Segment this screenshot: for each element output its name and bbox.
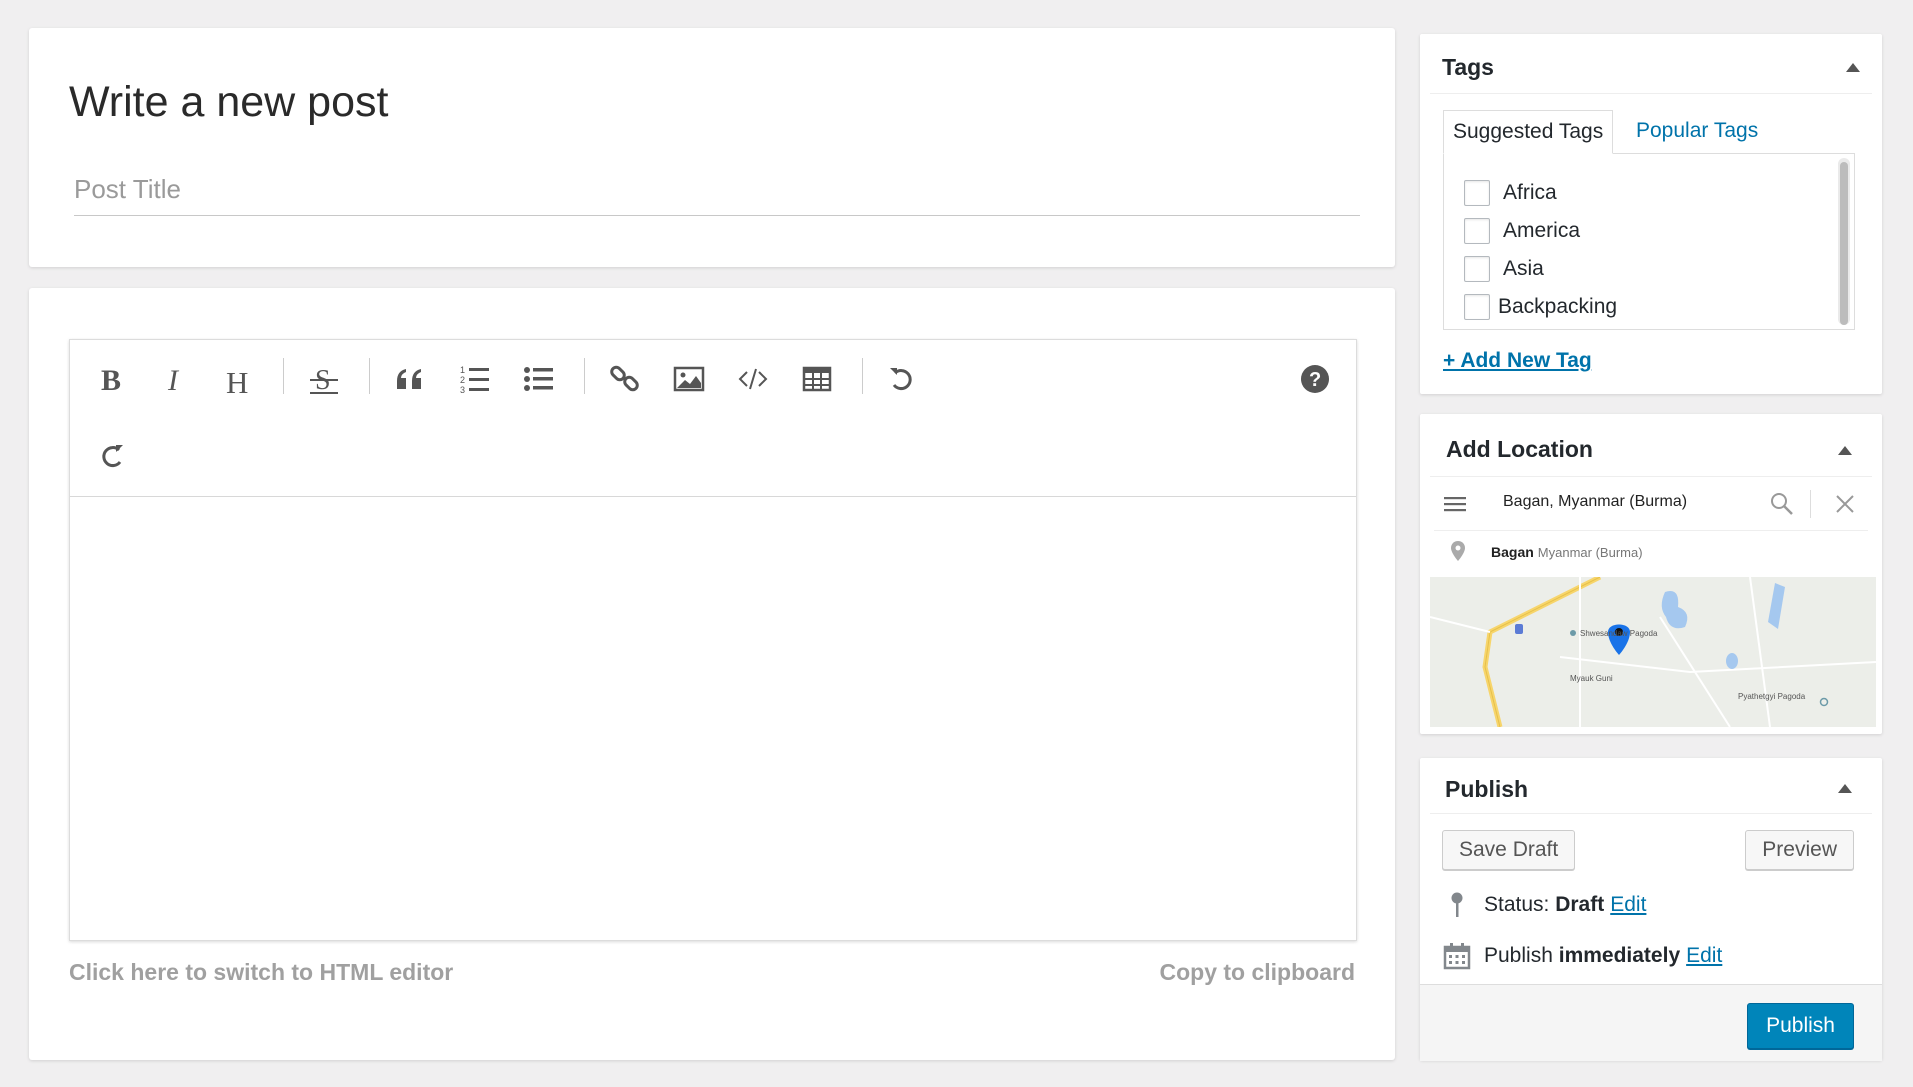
post-title-input[interactable] <box>74 163 1360 216</box>
page-title: Write a new post <box>69 78 389 126</box>
publish-box: Publish Save Draft Preview Status: Draft… <box>1420 758 1882 1061</box>
strikethrough-icon[interactable]: S <box>302 357 346 401</box>
italic-icon[interactable]: I <box>153 357 197 401</box>
map-label: Pyathetgyi Pagoda <box>1738 692 1806 701</box>
edit-status-link[interactable]: Edit <box>1610 893 1646 917</box>
table-icon[interactable] <box>795 357 839 401</box>
publish-time-row: Publish immediately Edit <box>1442 942 1722 970</box>
editor-toolbar: B I H S 123 ? <box>70 340 1356 497</box>
suggestion-region: Myanmar (Burma) <box>1537 544 1643 560</box>
quote-icon[interactable] <box>388 357 432 401</box>
map-label: Myauk Guni <box>1570 674 1613 683</box>
tag-label: Asia <box>1503 257 1544 280</box>
tag-item-africa[interactable]: Africa <box>1464 178 1557 208</box>
markdown-editor: B I H S 123 ? <box>69 339 1357 941</box>
location-search-input[interactable]: Bagan, Myanmar (Burma) <box>1503 493 1687 511</box>
menu-icon[interactable] <box>1444 494 1468 519</box>
toolbar-divider <box>283 358 284 394</box>
ordered-list-icon[interactable]: 123 <box>453 357 497 401</box>
publish-box-title: Publish <box>1445 776 1529 802</box>
unordered-list-icon[interactable] <box>517 357 561 401</box>
code-icon[interactable] <box>731 357 775 401</box>
tag-label: Africa <box>1503 181 1557 204</box>
search-icon[interactable] <box>1770 492 1794 521</box>
pin-icon <box>1442 892 1472 918</box>
status-row: Status: Draft Edit <box>1442 892 1646 918</box>
close-icon[interactable] <box>1834 493 1856 520</box>
tab-popular-tags[interactable]: Popular Tags <box>1627 110 1767 152</box>
divider <box>1430 476 1872 477</box>
divider <box>1430 813 1872 814</box>
location-map[interactable]: Shwesandaw Pagoda Myauk Guni Pyathetgyi … <box>1430 577 1876 727</box>
location-suggestion[interactable]: Bagan Myanmar (Burma) <box>1430 530 1876 574</box>
calendar-icon <box>1442 942 1472 970</box>
svg-text:H: H <box>226 365 248 397</box>
svg-text:2: 2 <box>460 375 465 385</box>
divider <box>1430 93 1872 94</box>
svg-text:I: I <box>167 364 180 395</box>
suggestion-name: Bagan <box>1491 544 1534 560</box>
post-title-card: Write a new post <box>29 28 1395 267</box>
tag-checklist: Africa America Asia Backpacking <box>1443 153 1855 330</box>
tag-label: America <box>1503 219 1581 242</box>
tag-checkbox[interactable] <box>1464 294 1490 320</box>
help-icon[interactable]: ? <box>1293 357 1337 401</box>
bold-icon[interactable]: B <box>89 357 133 401</box>
undo-icon[interactable] <box>880 357 924 401</box>
search-divider <box>1810 490 1811 518</box>
edit-publish-time-link[interactable]: Edit <box>1686 944 1722 968</box>
tag-item-backpacking[interactable]: Backpacking <box>1464 292 1617 322</box>
tab-suggested-tags[interactable]: Suggested Tags <box>1443 110 1614 154</box>
svg-text:3: 3 <box>460 385 465 395</box>
scrollbar-thumb[interactable] <box>1840 162 1848 325</box>
location-search-bar: Bagan, Myanmar (Burma) <box>1430 478 1876 530</box>
heading-icon[interactable]: H <box>217 359 261 403</box>
redo-icon[interactable] <box>89 434 133 478</box>
tags-box-title: Tags <box>1442 54 1494 80</box>
collapse-icon[interactable] <box>1846 63 1860 72</box>
status-value: Draft <box>1555 893 1605 916</box>
svg-text:1: 1 <box>460 365 465 375</box>
location-box: Add Location Bagan, Myanmar (Burma) Baga… <box>1420 414 1882 734</box>
copy-clipboard-link[interactable]: Copy to clipboard <box>1160 959 1356 986</box>
switch-html-editor-link[interactable]: Click here to switch to HTML editor <box>69 959 453 986</box>
tags-box: Tags Suggested Tags Popular Tags Africa … <box>1420 34 1882 394</box>
map-label: Shwesandaw Pagoda <box>1580 629 1658 638</box>
toolbar-divider <box>369 358 370 394</box>
tag-checkbox[interactable] <box>1464 218 1490 244</box>
image-icon[interactable] <box>667 357 711 401</box>
tag-label: Backpacking <box>1498 295 1618 318</box>
place-marker-icon <box>1451 540 1465 564</box>
link-icon[interactable] <box>603 357 647 401</box>
editor-content-area[interactable] <box>70 497 1356 940</box>
tag-checkbox[interactable] <box>1464 256 1490 282</box>
collapse-icon[interactable] <box>1838 784 1852 793</box>
publish-actions: Publish <box>1420 984 1882 1061</box>
save-draft-button[interactable]: Save Draft <box>1442 830 1576 870</box>
status-label: Status: <box>1484 893 1550 916</box>
add-new-tag-link[interactable]: + Add New Tag <box>1443 349 1592 373</box>
location-box-title: Add Location <box>1446 436 1593 462</box>
collapse-icon[interactable] <box>1838 446 1852 455</box>
publish-label: Publish <box>1484 944 1553 967</box>
tag-checkbox[interactable] <box>1464 180 1490 206</box>
editor-card: B I H S 123 ? Click here to switch to HT… <box>29 288 1395 1060</box>
toolbar-divider <box>862 358 863 394</box>
toolbar-divider <box>584 358 585 394</box>
tag-item-america[interactable]: America <box>1464 216 1580 246</box>
publish-button[interactable]: Publish <box>1747 1003 1854 1049</box>
preview-button[interactable]: Preview <box>1745 830 1854 870</box>
svg-text:?: ? <box>1309 369 1321 391</box>
tag-item-asia[interactable]: Asia <box>1464 254 1544 284</box>
svg-text:B: B <box>101 364 121 395</box>
publish-when: immediately <box>1558 944 1681 967</box>
